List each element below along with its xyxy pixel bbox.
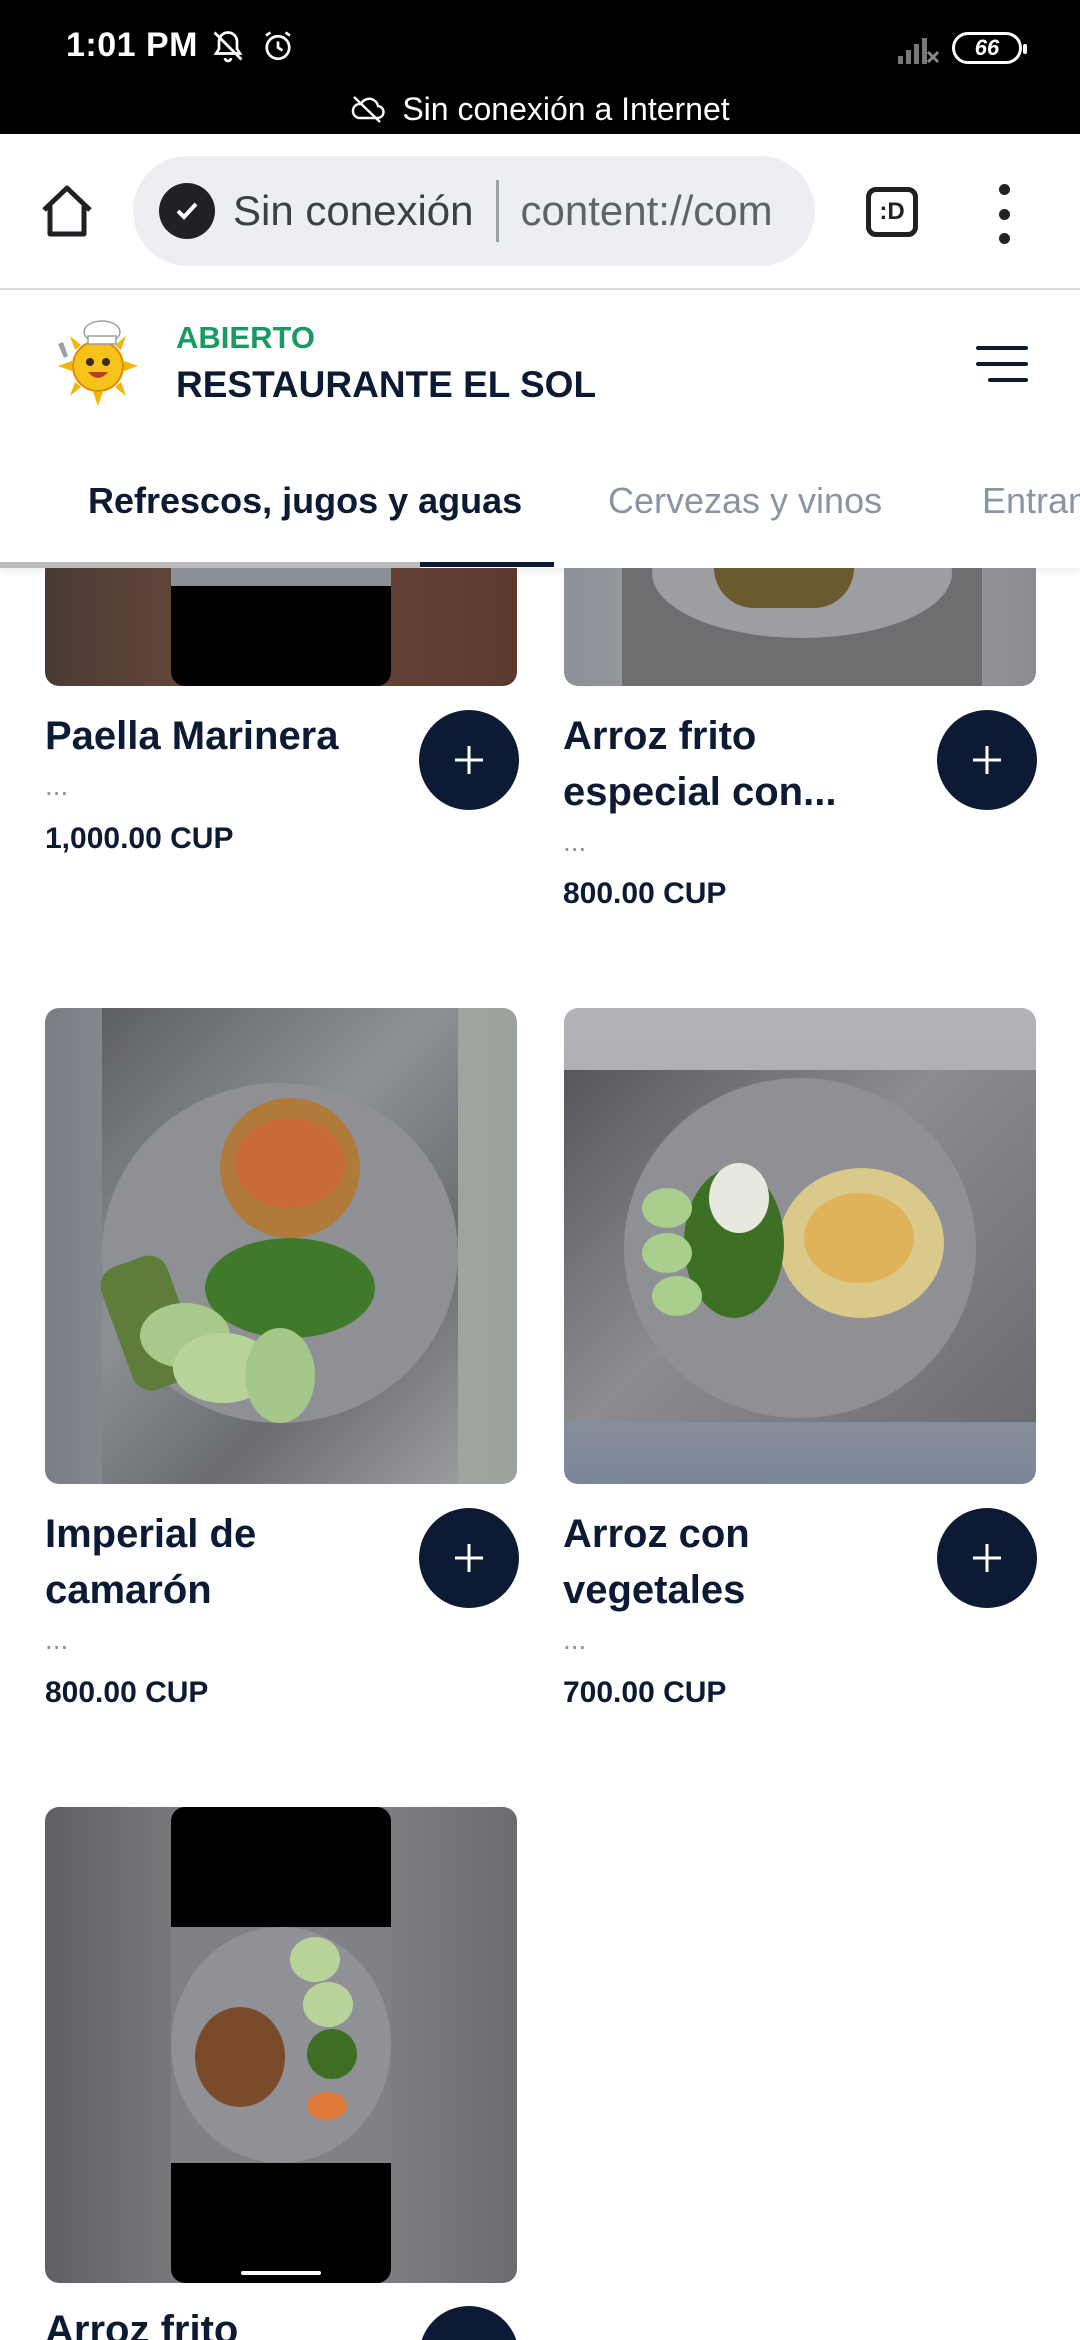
alarm-clock-icon <box>265 31 291 61</box>
product-name[interactable]: Imperial de camarón <box>45 1506 365 1618</box>
product-description: ... <box>45 770 69 801</box>
offline-banner: Sin conexión a Internet <box>0 84 1080 134</box>
plus-icon <box>973 1544 1001 1572</box>
product-image-arroz-vegetales[interactable] <box>564 1008 1036 1484</box>
battery-icon: 66 <box>952 32 1027 64</box>
add-to-cart-button[interactable] <box>937 710 1037 810</box>
product-description: ... <box>563 826 587 857</box>
plus-icon <box>455 746 483 774</box>
product-price: 700.00 CUP <box>563 1676 727 1709</box>
product-name[interactable]: Arroz frito <box>45 2302 365 2340</box>
product-image-arroz-especial[interactable] <box>564 568 1036 686</box>
cloud-off-icon <box>352 96 386 123</box>
status-time: 1:01 PM <box>66 26 198 64</box>
tab-refrescos[interactable]: Refrescos, jugos y aguas <box>88 480 522 522</box>
signal-no-service-icon <box>898 38 940 64</box>
product-name[interactable]: Arroz frito especial con... <box>563 708 863 820</box>
hamburger-menu-icon[interactable] <box>976 344 1028 384</box>
add-to-cart-button[interactable] <box>419 710 519 810</box>
browser-toolbar: Sin conexión content://com :D <box>0 134 1080 290</box>
tab-switcher-glyph: :D <box>879 198 905 225</box>
product-name[interactable]: Arroz con vegetales <box>563 1506 863 1618</box>
plus-icon <box>455 1544 483 1572</box>
connection-status[interactable]: Sin conexión <box>233 187 474 235</box>
add-to-cart-button[interactable] <box>419 2306 519 2340</box>
tab-entrantes[interactable]: Entrantes <box>982 480 1080 522</box>
open-status-badge: ABIERTO <box>176 320 315 355</box>
product-price: 800.00 CUP <box>563 877 727 910</box>
omnibox-divider <box>495 180 499 242</box>
product-image-arroz-frito[interactable] <box>45 1807 517 2283</box>
category-tabs: Refrescos, jugos y aguas Cervezas y vino… <box>0 442 1080 568</box>
product-price: 800.00 CUP <box>45 1676 209 1709</box>
battery-level: 66 <box>974 35 1000 60</box>
add-to-cart-button[interactable] <box>937 1508 1037 1608</box>
product-description: ... <box>45 1624 69 1655</box>
product-image-imperial[interactable] <box>45 1008 517 1484</box>
sun-chef-logo <box>58 320 138 406</box>
active-tab-underline <box>420 562 554 567</box>
product-description: ... <box>563 1624 587 1655</box>
status-icons <box>210 28 296 64</box>
add-to-cart-button[interactable] <box>419 1508 519 1608</box>
restaurant-name: RESTAURANTE EL SOL <box>176 364 597 405</box>
bell-muted-icon <box>213 31 243 63</box>
offline-check-icon[interactable] <box>159 183 215 239</box>
tab-cervezas[interactable]: Cervezas y vinos <box>608 480 882 522</box>
product-price: 1,000.00 CUP <box>45 822 234 855</box>
restaurant-header: ABIERTO RESTAURANTE EL SOL <box>0 292 1080 442</box>
url-text[interactable]: content://com <box>521 187 773 235</box>
home-icon[interactable] <box>36 180 98 242</box>
status-bar: 1:01 PM 66 Sin conexión a Internet <box>0 0 1080 134</box>
tab-switcher-button[interactable]: :D <box>866 187 918 237</box>
plus-icon <box>973 746 1001 774</box>
address-bar[interactable]: Sin conexión content://com <box>133 156 815 266</box>
product-image-paella[interactable] <box>45 568 517 686</box>
browser-menu-icon[interactable] <box>994 184 1014 244</box>
product-name[interactable]: Paella Marinera <box>45 708 365 764</box>
offline-message: Sin conexión a Internet <box>402 90 730 127</box>
